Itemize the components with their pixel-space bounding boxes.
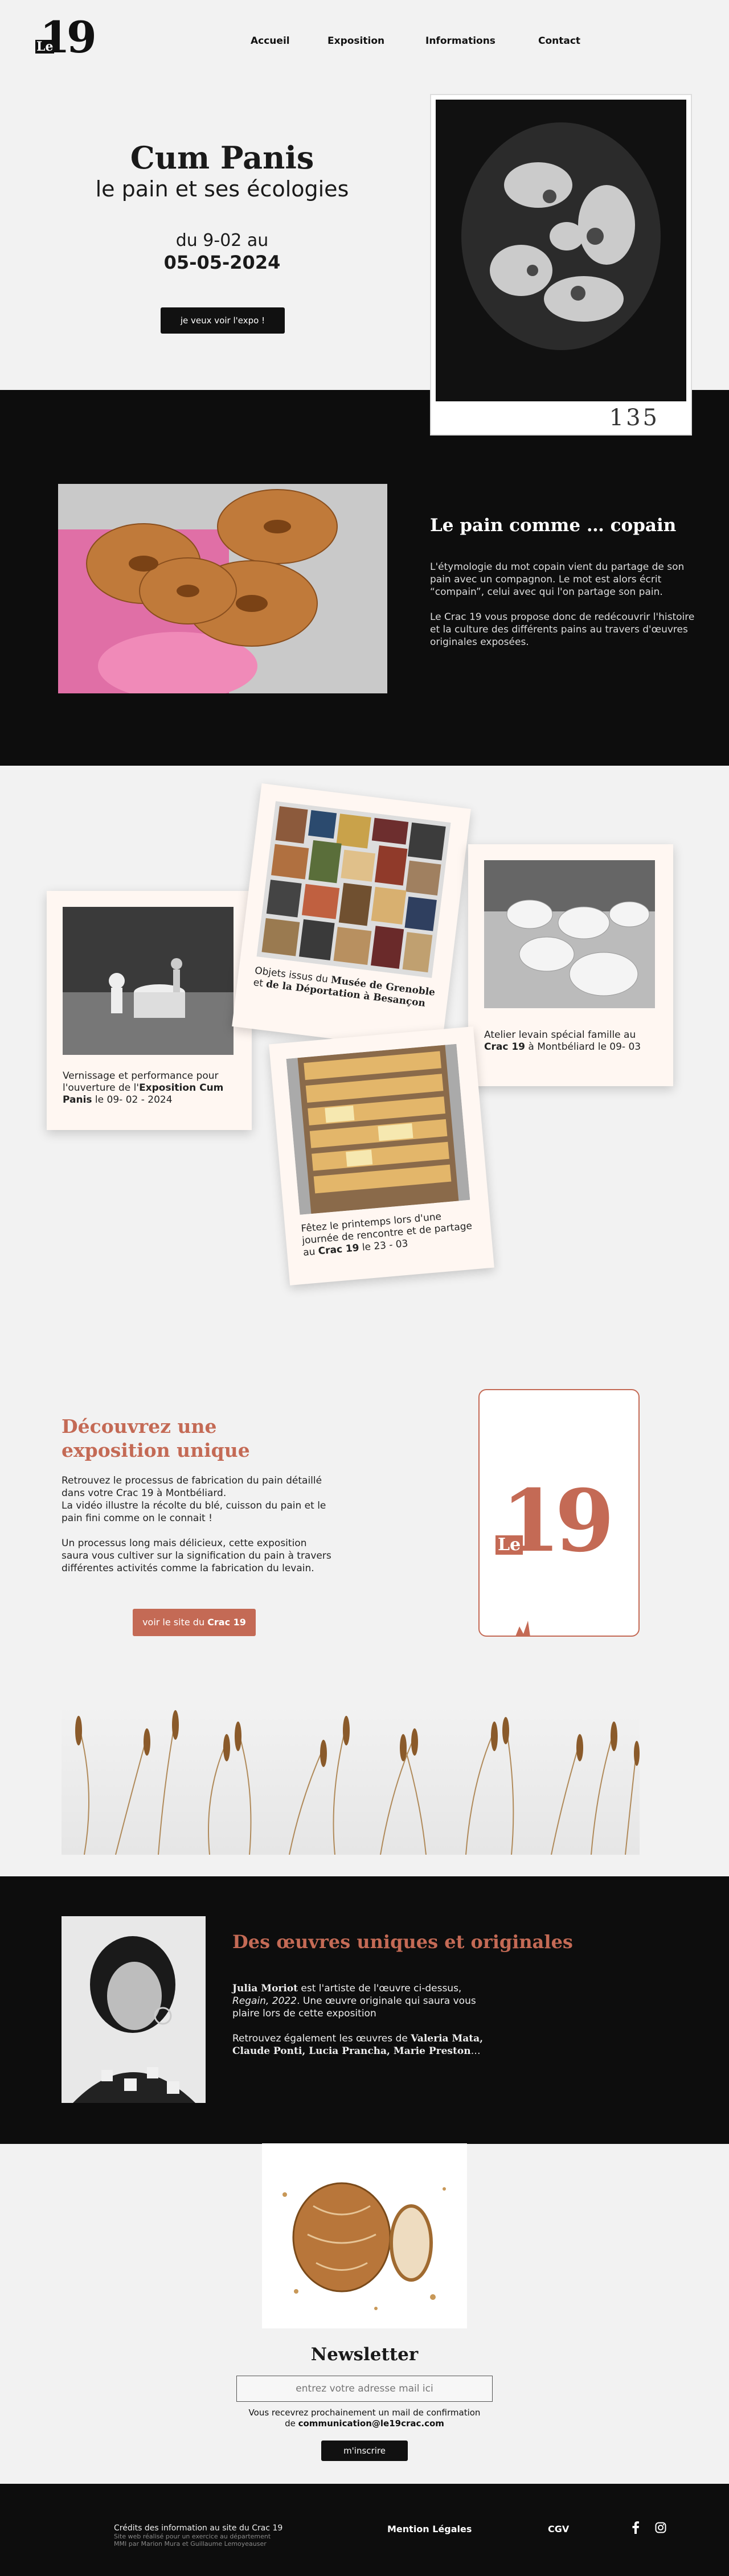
bread-photo [58,484,387,693]
musee-photo [256,801,451,978]
nav-contact[interactable]: Contact [538,35,580,47]
hero-subtitle: le pain et ses écologies [95,176,349,202]
print-number: 135 [609,405,660,431]
footer-credits: Crédits des information au site du Crac … [114,2524,283,2548]
instagram-icon[interactable] [655,2522,666,2533]
levain-photo [484,860,655,1008]
copain-title: Le pain comme … copain [430,515,677,536]
hero-date-line: du 9-02 au [175,231,269,250]
oeuvres-text: Julia Moriot est l'artiste de l'œuvre ci… [232,1983,484,2057]
polaroid-levain: Atelier levain spécial famille au Crac 1… [468,844,673,1086]
nav-exposition[interactable]: Exposition [327,35,384,47]
nav-informations[interactable]: Informations [425,35,495,47]
subscribe-button[interactable]: m'inscrire [321,2441,408,2461]
vernissage-photo [63,907,234,1055]
see-expo-button[interactable]: je veux voir l'expo ! [161,307,285,334]
facebook-icon[interactable] [631,2521,640,2534]
logo[interactable]: 19 Le [35,16,101,59]
email-input[interactable] [236,2376,493,2402]
site-header: 19 Le Accueil Exposition Informations Co… [0,0,729,80]
nav-accueil[interactable]: Accueil [251,35,290,47]
printemps-photo [286,1043,470,1215]
decouvrez-title: Découvrez une exposition unique [62,1415,250,1461]
polaroid-musee: Objets issus du Musée de Grenoble et de … [232,783,471,1052]
hero-date: 05-05-2024 [163,252,281,273]
site-footer: Crédits des information au site du Crac … [0,2484,729,2576]
polaroid-vernissage: Vernissage et performance pour l'ouvertu… [47,891,252,1130]
newsletter-title: Newsletter [310,2344,419,2365]
copain-text: L'étymologie du mot copain vient du part… [430,561,695,648]
leaf-icon [515,1621,530,1636]
artwork-print: 135 [430,94,692,436]
bread-photo-newsletter [262,2143,467,2328]
hero-title: Cum Panis [130,139,314,176]
crac-logo-card: 19 Le [478,1389,640,1637]
crac-site-button[interactable]: voir le site du Crac 19 [133,1609,256,1636]
decouvrez-text: Retrouvez le processus de fabrication du… [62,1475,331,1574]
oeuvres-title: Des œuvres uniques et originales [232,1931,573,1953]
cgv-link[interactable]: CGV [548,2524,569,2534]
artist-portrait [62,1916,206,2103]
newsletter-info: Vous recevrez prochainement un mail de c… [248,2407,481,2429]
legal-link[interactable]: Mention Légales [387,2524,472,2534]
polaroid-printemps: Fêtez le printemps lors d'une journée de… [269,1026,494,1285]
wheat-photo [62,1702,640,1855]
